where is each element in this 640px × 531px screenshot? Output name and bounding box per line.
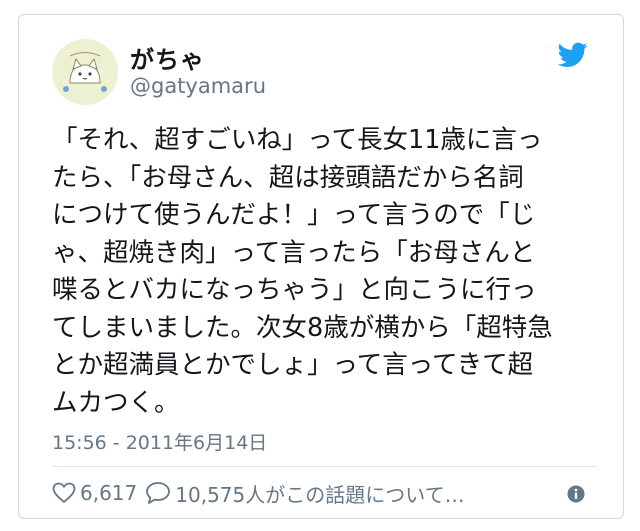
tweet-line: ムカつく。 xyxy=(52,387,180,418)
tweet-line: てしまいました。次女8歳が横から「超特急 xyxy=(52,312,553,343)
like-button[interactable]: 6,617 xyxy=(52,481,145,505)
twitter-bird-icon[interactable] xyxy=(558,42,588,68)
avatar[interactable] xyxy=(52,39,118,105)
author-display-name[interactable]: がちゃ xyxy=(130,40,205,75)
divider xyxy=(52,466,597,467)
reply-button[interactable]: 10,575人がこの話題について… xyxy=(145,479,465,508)
reply-text: 10,575人がこの話題について… xyxy=(175,482,465,507)
tweet-line: ゃ、超焼き肉」って言ったら「お母さんと xyxy=(52,237,536,268)
speech-bubble-icon xyxy=(146,482,171,504)
tweet-actions: 6,617 10,575人がこの話題について… xyxy=(52,478,597,508)
cat-avatar-image xyxy=(52,39,118,105)
heart-icon xyxy=(52,482,76,504)
tweet-line: 「それ、超すごいね」って長女11歳に言っ xyxy=(52,125,543,155)
tweet-line: たら、「お母さん、超は接頭語だから名詞 xyxy=(52,162,524,193)
tweet-timestamp[interactable]: 15:56 - 2011年6月14日 xyxy=(52,428,267,455)
author-handle[interactable]: @gatyamaru xyxy=(130,74,266,98)
info-icon[interactable] xyxy=(566,484,586,504)
tweet-line: につけて使うんだよ！」って言うので「じ xyxy=(52,200,536,230)
tweet-line: 喋るとバカになっちゃう」と向こうに行っ xyxy=(52,275,537,305)
tweet-body: 「それ、超すごいね」って長女11歳に言っ たら、「お母さん、超は接頭語だから名詞… xyxy=(52,122,597,422)
tweet-line: とか超満員とかでしょ」って言ってきて超 xyxy=(52,350,534,380)
like-count: 6,617 xyxy=(80,481,138,505)
